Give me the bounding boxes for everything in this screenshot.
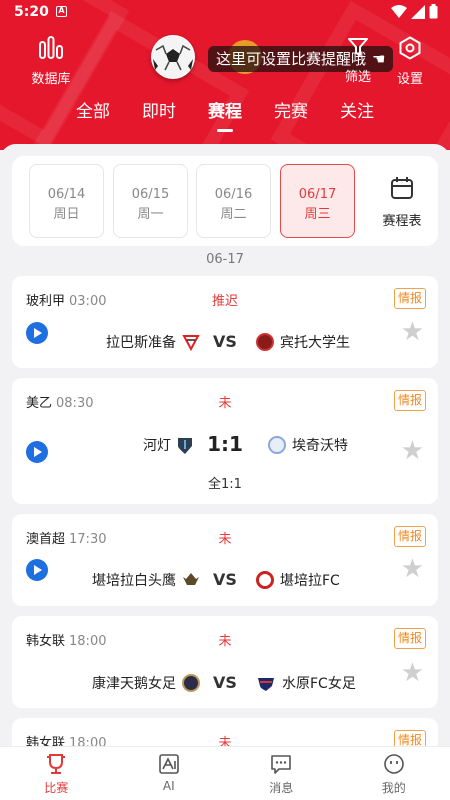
- vs-label: VS: [213, 673, 237, 692]
- star-icon[interactable]: ★: [401, 556, 424, 582]
- match-card[interactable]: 澳首超 17:30 未 情报 堪培拉白头鹰 VS 堪培拉FC ★: [12, 514, 438, 606]
- info-button[interactable]: 情报: [394, 526, 426, 547]
- match-score: 1:1: [207, 432, 243, 456]
- match-card[interactable]: 美乙 08:30 未 情报 河灯 1:1 埃奇沃特 全1:1 ★: [12, 378, 438, 504]
- info-button[interactable]: 情报: [394, 288, 426, 309]
- star-icon[interactable]: ★: [401, 660, 424, 686]
- funnel-icon: [348, 38, 368, 56]
- status-bar: 5:20 A: [0, 0, 450, 26]
- star-icon[interactable]: ★: [401, 438, 424, 464]
- settings-label: 设置: [396, 72, 423, 87]
- team-logo-icon: [256, 333, 274, 351]
- nav-ai[interactable]: AI: [113, 747, 226, 800]
- tab-finished[interactable]: 完赛: [258, 100, 324, 134]
- section-date: 06-17: [206, 252, 244, 267]
- nav-messages[interactable]: 消息: [225, 747, 338, 800]
- date-item[interactable]: 06/15 周一: [113, 164, 188, 238]
- date-selector: 06/14 周日 06/15 周一 06/16 周二 06/17 周三 赛程表: [12, 156, 438, 246]
- star-icon[interactable]: ★: [401, 319, 424, 345]
- away-team: 水原FC女足: [256, 673, 356, 693]
- away-team: 堪培拉FC: [256, 570, 340, 590]
- football-icon: [151, 35, 195, 79]
- weekday-text: 周日: [53, 207, 80, 222]
- nav-matches[interactable]: 比赛: [0, 747, 113, 800]
- match-status: 推迟: [211, 294, 238, 309]
- match-tabs: 全部 即时 赛程 完赛 关注: [0, 100, 450, 134]
- schedule-label: 赛程表: [382, 214, 422, 229]
- weekday-text: 周一: [137, 207, 164, 222]
- date-text: 06/15: [131, 187, 170, 202]
- gear-icon: [399, 36, 421, 60]
- ai-chart-icon: [158, 754, 179, 774]
- away-team-name: 宾托大学生: [280, 335, 350, 351]
- tab-followed[interactable]: 关注: [324, 100, 390, 134]
- profile-icon: [383, 754, 404, 774]
- status-time: 5:20: [14, 4, 49, 20]
- nav-label: 我的: [381, 781, 406, 795]
- weekday-text: 周二: [220, 207, 247, 222]
- app-notification-icon: A: [56, 6, 67, 17]
- wifi-icon: [391, 4, 407, 18]
- match-card[interactable]: 玻利甲 03:00 推迟 情报 拉巴斯准备 VS 宾托大学生 ★: [12, 276, 438, 368]
- away-team: 埃奇沃特: [268, 435, 348, 455]
- tab-schedule[interactable]: 赛程: [192, 100, 258, 134]
- away-team-name: 水原FC女足: [282, 676, 356, 692]
- bottom-nav: 比赛 AI 消息 我的: [0, 746, 450, 800]
- match-status: 未: [218, 634, 232, 649]
- schedule-button[interactable]: 赛程表: [372, 176, 432, 229]
- battery-icon: [429, 4, 438, 19]
- message-icon: [271, 755, 292, 774]
- team-logo-icon: [258, 678, 274, 691]
- date-text: 06/17: [298, 187, 337, 202]
- database-label: 数据库: [31, 72, 71, 87]
- match-card[interactable]: 韩女联 18:00 未 情报 康津天鹅女足 VS 水原FC女足 ★: [12, 616, 438, 708]
- match-status: 未: [218, 532, 232, 547]
- nav-profile[interactable]: 我的: [338, 747, 450, 800]
- team-logo-icon: [268, 436, 286, 454]
- weekday-text: 周三: [304, 207, 331, 222]
- tab-live[interactable]: 即时: [126, 100, 192, 134]
- full-time-score: 全1:1: [208, 477, 242, 492]
- date-text: 06/16: [214, 187, 253, 202]
- filter-label: 筛选: [344, 70, 371, 85]
- filter-button[interactable]: 筛选: [338, 36, 378, 85]
- signal-icon: [411, 4, 425, 19]
- header: 5:20 A 数据库 这里可设置比赛提醒哦 ☚ 筛选 设置 全部 即时 赛程 完…: [0, 0, 450, 150]
- nav-label: 消息: [269, 781, 294, 795]
- date-item[interactable]: 06/16 周二: [196, 164, 271, 238]
- settings-button[interactable]: 设置: [392, 36, 428, 87]
- system-icons: [391, 4, 438, 19]
- info-button[interactable]: 情报: [394, 390, 426, 411]
- team-logo-icon: [256, 571, 274, 589]
- bar-chart-icon: [39, 36, 63, 59]
- database-button[interactable]: 数据库: [28, 36, 74, 87]
- info-button[interactable]: 情报: [394, 628, 426, 649]
- date-item-selected[interactable]: 06/17 周三: [280, 164, 355, 238]
- nav-label: 比赛: [44, 781, 69, 795]
- nav-label: AI: [162, 779, 175, 793]
- away-team: 宾托大学生: [256, 332, 350, 352]
- date-item[interactable]: 06/14 周日: [29, 164, 104, 238]
- calendar-icon: [391, 177, 413, 199]
- away-team-name: 堪培拉FC: [280, 573, 340, 589]
- date-text: 06/14: [47, 187, 86, 202]
- match-status: 未: [218, 396, 232, 411]
- trophy-icon: [47, 754, 66, 774]
- vs-label: VS: [213, 570, 237, 589]
- vs-label: VS: [213, 332, 237, 351]
- tab-all[interactable]: 全部: [60, 100, 126, 134]
- away-team-name: 埃奇沃特: [292, 438, 348, 454]
